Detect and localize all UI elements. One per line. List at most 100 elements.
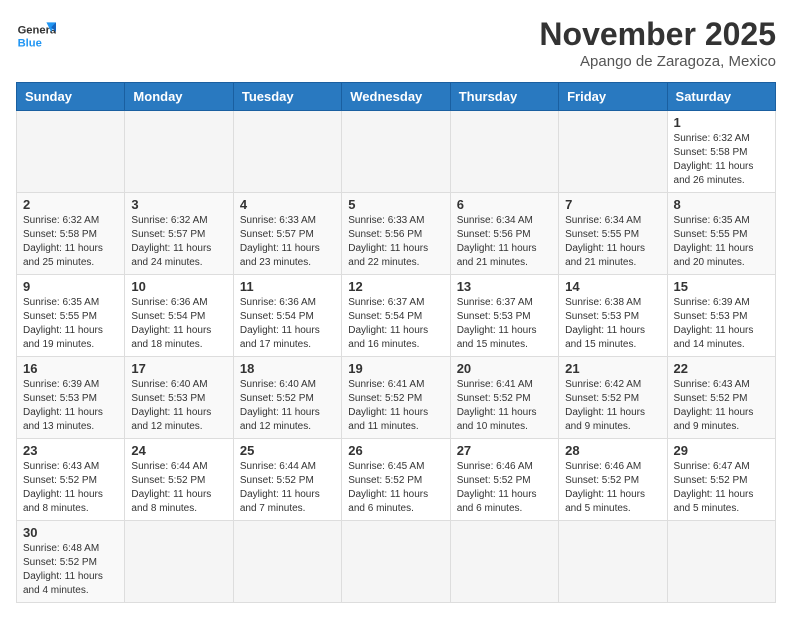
calendar-cell: 10 Sunrise: 6:36 AM Sunset: 5:54 PM Dayli… [125,275,233,357]
day-number: 19 [348,361,443,376]
calendar-header: SundayMondayTuesdayWednesdayThursdayFrid… [17,83,776,111]
day-info: Sunrise: 6:32 AM Sunset: 5:58 PM Dayligh… [23,214,118,270]
weekday-header-monday: Monday [125,83,233,111]
day-info: Sunrise: 6:38 AM Sunset: 5:53 PM Dayligh… [565,296,660,352]
day-info: Sunrise: 6:47 AM Sunset: 5:52 PM Dayligh… [674,460,769,516]
day-number: 24 [131,443,226,458]
calendar-cell [17,111,125,193]
calendar-cell: 18Sunrise: 6:40 AM Sunset: 5:52 PM Dayli… [233,357,341,439]
calendar-cell: 11 Sunrise: 6:36 AM Sunset: 5:54 PM Dayli… [233,275,341,357]
calendar-week-row: 23Sunrise: 6:43 AM Sunset: 5:52 PM Dayli… [17,439,776,521]
calendar-cell: 29 Sunrise: 6:47 AM Sunset: 5:52 PM Dayli… [667,439,775,521]
day-info: Sunrise: 6:36 AM Sunset: 5:54 PM Dayligh… [240,296,335,352]
day-info: Sunrise: 6:48 AM Sunset: 5:52 PM Dayligh… [23,542,118,598]
calendar-cell: 19 Sunrise: 6:41 AM Sunset: 5:52 PM Dayli… [342,357,450,439]
logo: General Blue [16,16,56,56]
day-info: Sunrise: 6:44 AM Sunset: 5:52 PM Dayligh… [240,460,335,516]
calendar-cell: 4 Sunrise: 6:33 AM Sunset: 5:57 PM Daylig… [233,193,341,275]
svg-text:Blue: Blue [18,37,42,49]
day-number: 6 [457,197,552,212]
calendar-cell: 21Sunrise: 6:42 AM Sunset: 5:52 PM Dayli… [559,357,667,439]
calendar-table: SundayMondayTuesdayWednesdayThursdayFrid… [16,82,776,603]
day-info: Sunrise: 6:33 AM Sunset: 5:56 PM Dayligh… [348,214,443,270]
day-number: 26 [348,443,443,458]
weekday-header-row: SundayMondayTuesdayWednesdayThursdayFrid… [17,83,776,111]
day-number: 2 [23,197,118,212]
calendar-cell: 8Sunrise: 6:35 AM Sunset: 5:55 PM Daylig… [667,193,775,275]
day-info: Sunrise: 6:32 AM Sunset: 5:57 PM Dayligh… [131,214,226,270]
day-info: Sunrise: 6:45 AM Sunset: 5:52 PM Dayligh… [348,460,443,516]
calendar-cell [233,111,341,193]
day-info: Sunrise: 6:37 AM Sunset: 5:54 PM Dayligh… [348,296,443,352]
day-info: Sunrise: 6:40 AM Sunset: 5:53 PM Dayligh… [131,378,226,434]
day-number: 30 [23,525,118,540]
weekday-header-friday: Friday [559,83,667,111]
calendar-week-row: 30 Sunrise: 6:48 AM Sunset: 5:52 PM Dayli… [17,521,776,603]
calendar-cell: 15 Sunrise: 6:39 AM Sunset: 5:53 PM Dayli… [667,275,775,357]
day-number: 8 [674,197,769,212]
title-section: November 2025 Apango de Zaragoza, Mexico [539,16,776,70]
weekday-header-wednesday: Wednesday [342,83,450,111]
calendar-cell: 2 Sunrise: 6:32 AM Sunset: 5:58 PM Daylig… [17,193,125,275]
calendar-cell: 20 Sunrise: 6:41 AM Sunset: 5:52 PM Dayli… [450,357,558,439]
day-number: 13 [457,279,552,294]
calendar-cell: 25 Sunrise: 6:44 AM Sunset: 5:52 PM Dayli… [233,439,341,521]
day-number: 27 [457,443,552,458]
day-number: 4 [240,197,335,212]
day-number: 22 [674,361,769,376]
day-number: 15 [674,279,769,294]
calendar-cell: 1Sunrise: 6:32 AM Sunset: 5:58 PM Daylig… [667,111,775,193]
calendar-body: 1Sunrise: 6:32 AM Sunset: 5:58 PM Daylig… [17,111,776,603]
day-number: 5 [348,197,443,212]
calendar-cell [125,521,233,603]
day-number: 29 [674,443,769,458]
day-number: 11 [240,279,335,294]
day-info: Sunrise: 6:33 AM Sunset: 5:57 PM Dayligh… [240,214,335,270]
calendar-cell [559,521,667,603]
day-number: 9 [23,279,118,294]
day-info: Sunrise: 6:46 AM Sunset: 5:52 PM Dayligh… [565,460,660,516]
day-number: 21 [565,361,660,376]
weekday-header-saturday: Saturday [667,83,775,111]
day-info: Sunrise: 6:36 AM Sunset: 5:54 PM Dayligh… [131,296,226,352]
location-title: Apango de Zaragoza, Mexico [539,53,776,70]
calendar-cell: 14 Sunrise: 6:38 AM Sunset: 5:53 PM Dayli… [559,275,667,357]
day-info: Sunrise: 6:46 AM Sunset: 5:52 PM Dayligh… [457,460,552,516]
page-header: General Blue November 2025 Apango de Zar… [16,16,776,70]
day-number: 14 [565,279,660,294]
calendar-cell: 26 Sunrise: 6:45 AM Sunset: 5:52 PM Dayli… [342,439,450,521]
weekday-header-tuesday: Tuesday [233,83,341,111]
day-number: 12 [348,279,443,294]
calendar-cell: 9Sunrise: 6:35 AM Sunset: 5:55 PM Daylig… [17,275,125,357]
day-info: Sunrise: 6:39 AM Sunset: 5:53 PM Dayligh… [23,378,118,434]
weekday-header-sunday: Sunday [17,83,125,111]
day-info: Sunrise: 6:34 AM Sunset: 5:56 PM Dayligh… [457,214,552,270]
calendar-cell [450,521,558,603]
weekday-header-thursday: Thursday [450,83,558,111]
calendar-cell: 6 Sunrise: 6:34 AM Sunset: 5:56 PM Daylig… [450,193,558,275]
calendar-cell: 27 Sunrise: 6:46 AM Sunset: 5:52 PM Dayli… [450,439,558,521]
calendar-week-row: 1Sunrise: 6:32 AM Sunset: 5:58 PM Daylig… [17,111,776,193]
calendar-cell: 24 Sunrise: 6:44 AM Sunset: 5:52 PM Dayli… [125,439,233,521]
day-info: Sunrise: 6:43 AM Sunset: 5:52 PM Dayligh… [674,378,769,434]
day-number: 28 [565,443,660,458]
day-info: Sunrise: 6:34 AM Sunset: 5:55 PM Dayligh… [565,214,660,270]
calendar-cell [342,111,450,193]
day-info: Sunrise: 6:44 AM Sunset: 5:52 PM Dayligh… [131,460,226,516]
day-number: 25 [240,443,335,458]
day-number: 17 [131,361,226,376]
calendar-week-row: 2 Sunrise: 6:32 AM Sunset: 5:58 PM Daylig… [17,193,776,275]
calendar-cell: 17 Sunrise: 6:40 AM Sunset: 5:53 PM Dayli… [125,357,233,439]
day-info: Sunrise: 6:41 AM Sunset: 5:52 PM Dayligh… [348,378,443,434]
day-number: 20 [457,361,552,376]
day-info: Sunrise: 6:41 AM Sunset: 5:52 PM Dayligh… [457,378,552,434]
calendar-cell [125,111,233,193]
day-number: 3 [131,197,226,212]
calendar-cell [667,521,775,603]
calendar-cell [233,521,341,603]
calendar-week-row: 9Sunrise: 6:35 AM Sunset: 5:55 PM Daylig… [17,275,776,357]
day-number: 10 [131,279,226,294]
day-number: 7 [565,197,660,212]
calendar-cell: 23Sunrise: 6:43 AM Sunset: 5:52 PM Dayli… [17,439,125,521]
day-info: Sunrise: 6:39 AM Sunset: 5:53 PM Dayligh… [674,296,769,352]
